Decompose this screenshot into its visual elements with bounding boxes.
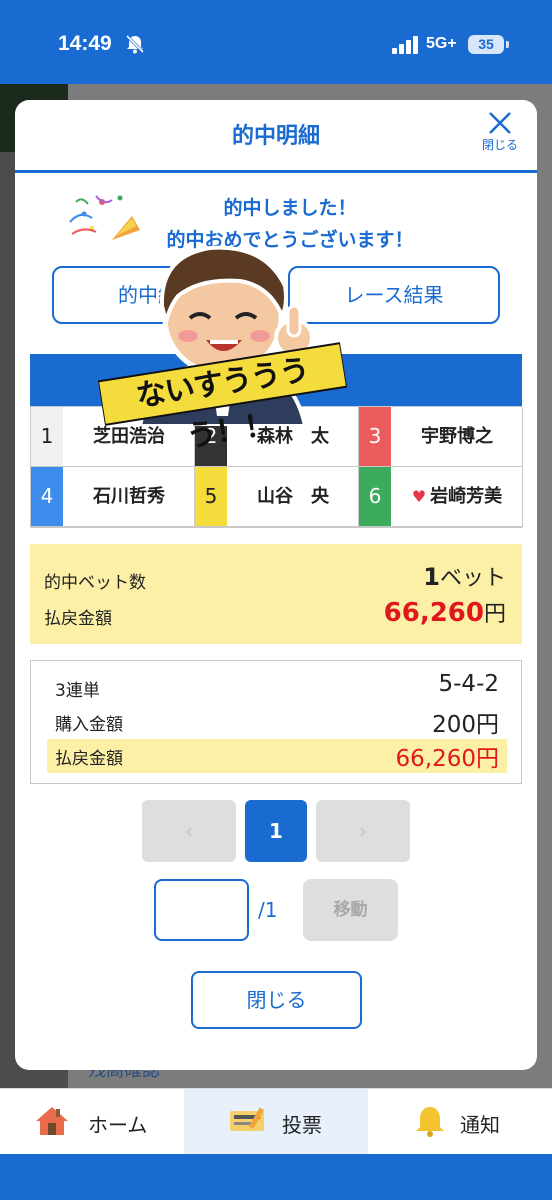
- bet-combination: 5-4-2: [438, 671, 500, 697]
- hit-bets-value: 1ベット: [423, 560, 506, 592]
- signal-icon: [392, 36, 418, 54]
- network-type: 5G+: [426, 35, 457, 52]
- title-divider: [15, 170, 537, 173]
- nav-vote[interactable]: 投票: [184, 1089, 368, 1155]
- nav-home-label: ホーム: [88, 1113, 148, 1137]
- close-button[interactable]: 閉じる: [191, 971, 362, 1029]
- heart-icon: ♥: [411, 487, 427, 506]
- purchase-amount: 200円: [432, 712, 499, 738]
- payout-unit: 円: [483, 602, 506, 627]
- racer-number: 1: [31, 407, 63, 466]
- payout-label: 払戻金額: [44, 609, 112, 629]
- racer-name-text: 宇野博之: [421, 426, 493, 447]
- racer-name-text: 石川哲秀: [93, 486, 165, 507]
- ticket-icon: [230, 1107, 265, 1131]
- racer-name: 山谷 央: [227, 467, 359, 526]
- detail-payout-label: 払戻金額: [55, 749, 123, 769]
- close-icon-label: 閉じる: [481, 138, 518, 152]
- congrats-line-1: 的中しました！: [223, 197, 357, 219]
- detail-payout-amount: 66,260円: [395, 746, 499, 772]
- hit-bets-count: 1: [423, 563, 440, 591]
- racer-number: 3: [359, 407, 391, 466]
- move-button[interactable]: 移動: [303, 879, 398, 941]
- bet-detail-card: 3連単 5-4-2 購入金額 200円 払戻金額 66,260円: [30, 660, 522, 784]
- battery-tip: [506, 41, 509, 48]
- detail-payout-row: 払戻金額 66,260円: [47, 739, 507, 773]
- racer-number: 5: [195, 467, 227, 526]
- status-bar: 14:49 5G+ 35: [0, 0, 552, 84]
- racer-name: ♥ 岩崎芳美: [391, 467, 523, 526]
- nav-notify[interactable]: 通知: [368, 1089, 552, 1155]
- hit-bets-label: 的中ベット数: [44, 573, 146, 593]
- prev-page-button[interactable]: ‹: [142, 800, 236, 862]
- racer-number: 4: [31, 467, 63, 526]
- bottom-nav: ホーム 投票 通知: [0, 1088, 552, 1155]
- status-time: 14:49: [58, 32, 112, 55]
- page-total: /1: [258, 898, 278, 922]
- modal-close-button[interactable]: 閉じる: [478, 110, 522, 160]
- nav-home[interactable]: ホーム: [0, 1089, 184, 1155]
- close-icon: [489, 112, 511, 134]
- racer-name: 石川哲秀: [63, 467, 195, 526]
- modal-title: 的中明細: [231, 124, 320, 149]
- racer-cell: 5 山谷 央: [195, 467, 359, 527]
- racer-number: 6: [359, 467, 391, 526]
- payout-summary: 的中ベット数 1ベット 払戻金額 66,260円: [30, 544, 522, 644]
- purchase-row: 購入金額 200円: [47, 705, 507, 739]
- home-icon: [36, 1107, 68, 1135]
- purchase-label: 購入金額: [55, 715, 123, 735]
- bet-type-label: 3連単: [55, 681, 100, 701]
- nav-notify-label: 通知: [460, 1113, 500, 1137]
- battery-icon: 35: [468, 35, 504, 54]
- nav-vote-label: 投票: [282, 1113, 322, 1137]
- current-page-button[interactable]: 1: [245, 800, 307, 862]
- racer-name-text: 山谷 央: [257, 486, 329, 507]
- page-number-input[interactable]: [154, 879, 249, 941]
- racer-cell: 3 宇野博之: [359, 407, 523, 467]
- home-indicator-band: [0, 1154, 552, 1200]
- bell-icon: [416, 1107, 444, 1137]
- payout-value: 66,260円: [384, 596, 506, 628]
- bell-muted-icon: [125, 34, 145, 54]
- hit-bets-unit: ベット: [439, 566, 506, 591]
- payout-amount: 66,260: [383, 598, 484, 628]
- racer-cell: 6 ♥ 岩崎芳美: [359, 467, 523, 527]
- racer-name-text: 岩崎芳美: [430, 486, 503, 507]
- next-page-button[interactable]: ›: [316, 800, 410, 862]
- bet-type-row: 3連単 5-4-2: [47, 671, 507, 705]
- racer-cell: 4 石川哲秀: [31, 467, 195, 527]
- racer-name: 宇野博之: [391, 407, 523, 466]
